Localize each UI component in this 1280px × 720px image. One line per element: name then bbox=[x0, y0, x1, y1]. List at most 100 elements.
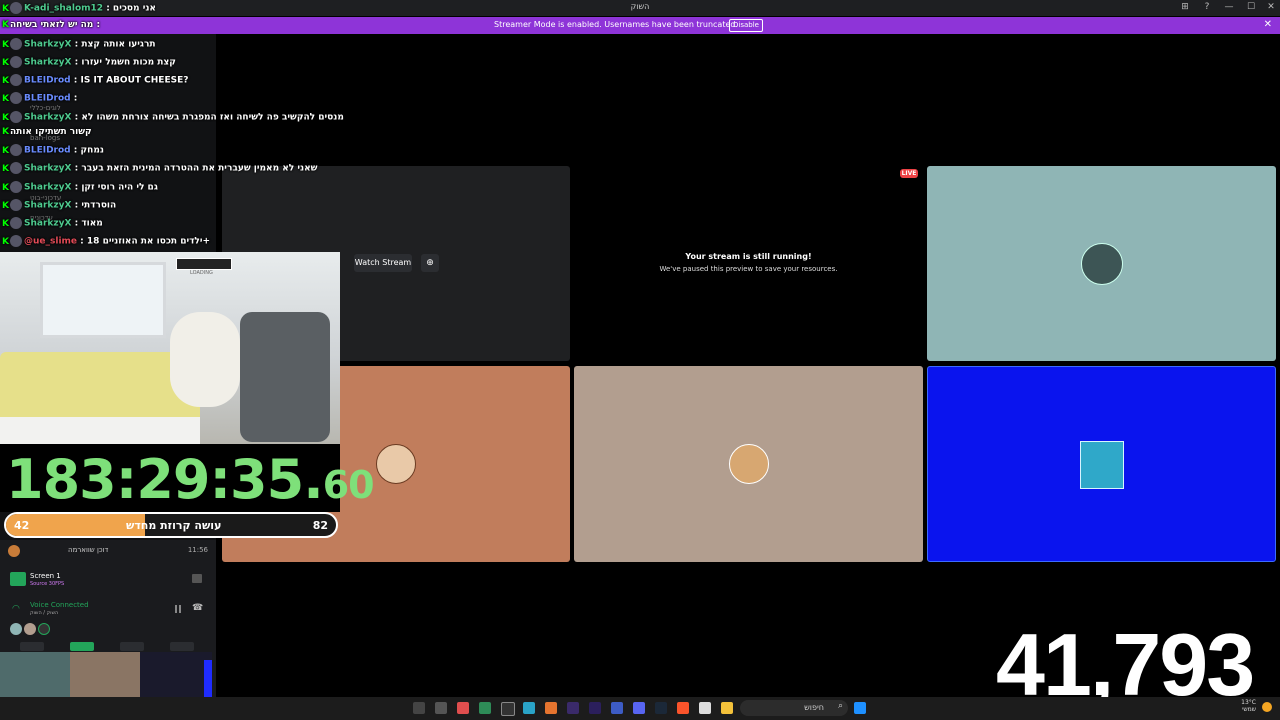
app-icon[interactable] bbox=[479, 702, 491, 714]
stream-timer-box: 183:29:35.60 bbox=[0, 444, 375, 512]
participant-avatar bbox=[729, 444, 769, 484]
brave-icon[interactable] bbox=[677, 702, 689, 714]
progress-goal: 82 bbox=[312, 519, 328, 532]
folder-icon[interactable] bbox=[721, 702, 733, 714]
chat-avatar bbox=[10, 92, 22, 104]
discord-icon[interactable] bbox=[633, 702, 645, 714]
chat-text: : גם לי היה רוסי זקן bbox=[74, 182, 158, 193]
kick-badge-icon: K bbox=[2, 112, 9, 123]
app-icon[interactable] bbox=[545, 702, 557, 714]
screen-share-title: Screen 1 bbox=[30, 572, 61, 580]
chat-username: SharkzyX bbox=[24, 163, 72, 174]
app-icon[interactable] bbox=[457, 702, 469, 714]
voice-channel-label: השוק / השוק bbox=[30, 610, 59, 616]
voice-connected-label: Voice Connected bbox=[30, 601, 89, 609]
activities-icon[interactable] bbox=[120, 642, 144, 651]
chat-username: SharkzyX bbox=[24, 57, 72, 68]
voice-user-row[interactable]: דוכן שווארמה 11:56 bbox=[8, 545, 212, 559]
close-window-button[interactable]: ✕ bbox=[1264, 2, 1278, 12]
weather-text: שמשי bbox=[1242, 706, 1256, 713]
app-icon[interactable] bbox=[501, 702, 515, 716]
chat-text: : bbox=[73, 93, 78, 104]
app-icon[interactable] bbox=[413, 702, 425, 714]
chat-message: K SharkzyX : קצת מכות חשמל יעזרו bbox=[2, 56, 176, 72]
watch-stream-button[interactable]: Watch Stream bbox=[354, 254, 412, 272]
kick-badge-icon: K bbox=[2, 39, 9, 50]
chat-overlay: K K-adi_shalom12 : אני מסכים Kמה יש לזאתי … bbox=[0, 0, 344, 252]
chat-message: K BLEIDrod : נמחק bbox=[2, 144, 104, 160]
webcam-overlay: LOADING bbox=[0, 252, 340, 444]
chat-text: : אני מסכים bbox=[106, 3, 156, 14]
chat-avatar bbox=[10, 38, 22, 50]
help-icon[interactable]: ? bbox=[1200, 2, 1214, 12]
after-effects-icon[interactable] bbox=[567, 702, 579, 714]
maximize-button[interactable]: ☐ bbox=[1244, 2, 1258, 12]
participant-avatar[interactable] bbox=[38, 623, 50, 635]
chat-text: : IS IT ABOUT CHEESE? bbox=[73, 75, 189, 86]
chat-message: Kמה יש לזאתי בשיחה : bbox=[2, 20, 100, 36]
app-icon[interactable] bbox=[699, 702, 711, 714]
user-avatar bbox=[8, 545, 20, 557]
kick-badge-icon: K bbox=[2, 145, 9, 156]
camera-off-icon[interactable] bbox=[20, 642, 44, 651]
noise-suppression-icon[interactable]: ‖‖ bbox=[174, 604, 182, 613]
app-icon[interactable] bbox=[523, 702, 535, 714]
mattress bbox=[0, 417, 200, 444]
chat-text: מה יש לזאתי בשיחה : bbox=[10, 20, 101, 30]
participant-avatar bbox=[1080, 441, 1124, 489]
minimize-button[interactable]: — bbox=[1222, 2, 1236, 12]
chat-avatar bbox=[10, 181, 22, 193]
chat-username: BLEIDrod bbox=[24, 75, 71, 86]
notification-icon[interactable] bbox=[1262, 702, 1272, 712]
close-icon[interactable]: ✕ bbox=[1264, 19, 1272, 30]
zoom-icon[interactable]: ⊕ bbox=[421, 254, 439, 272]
participant-tile-blue[interactable] bbox=[927, 366, 1276, 562]
chat-text: : מאוד bbox=[74, 218, 103, 229]
kick-badge-icon: K bbox=[2, 163, 9, 174]
taskbar-search[interactable]: חיפוש ⌕ bbox=[740, 700, 848, 716]
search-placeholder: חיפוש bbox=[804, 703, 824, 712]
loading-text: LOADING bbox=[190, 270, 213, 276]
premiere-icon[interactable] bbox=[589, 702, 601, 714]
participant-tile-beige[interactable] bbox=[574, 366, 923, 562]
steam-icon[interactable] bbox=[655, 702, 667, 714]
kick-badge-icon: K bbox=[2, 57, 9, 68]
disconnect-icon[interactable]: ☎ bbox=[192, 603, 203, 613]
chat-username: SharkzyX bbox=[24, 218, 72, 229]
kick-badge-icon: K bbox=[2, 20, 9, 30]
screen-share-icon[interactable] bbox=[70, 642, 94, 651]
chat-username: BLEIDrod bbox=[24, 93, 71, 104]
chat-avatar bbox=[10, 144, 22, 156]
participant-tile-teal[interactable] bbox=[927, 166, 1276, 361]
chat-username: BLEIDrod bbox=[24, 145, 71, 156]
progress-label: עושה קרוזת מחדש bbox=[126, 519, 222, 532]
stream-tile-paused[interactable] bbox=[574, 166, 923, 361]
chat-avatar bbox=[10, 56, 22, 68]
inbox-icon[interactable]: ⊞ bbox=[1178, 2, 1192, 12]
app-icon[interactable] bbox=[611, 702, 623, 714]
chat-text: קשור תשתיקו אותה bbox=[10, 127, 92, 137]
start-icon[interactable] bbox=[854, 702, 866, 714]
popout-icon[interactable] bbox=[192, 574, 202, 583]
app-icon[interactable] bbox=[435, 702, 447, 714]
chat-avatar bbox=[10, 235, 22, 247]
chat-text: : תרגיעו אותה קצת bbox=[74, 39, 156, 50]
disable-streamer-mode-button[interactable]: Disable bbox=[729, 19, 763, 32]
participant-avatar[interactable] bbox=[24, 623, 36, 635]
chat-username: SharkzyX bbox=[24, 39, 72, 50]
kick-badge-icon: K bbox=[2, 93, 9, 104]
user-name: דוכן שווארמה bbox=[68, 546, 109, 554]
chat-text: : שאני לא מאמין שעברית את ההטרדה המינית … bbox=[74, 163, 318, 174]
chat-avatar bbox=[10, 111, 22, 123]
participant-avatar bbox=[1081, 243, 1123, 285]
chat-message: K @ue_slime : ילדים תכסו את האוזניים 18+ bbox=[2, 235, 210, 251]
chat-username: SharkzyX bbox=[24, 200, 72, 211]
chat-username: @ue_slime bbox=[24, 236, 78, 247]
voice-control-panel: Screen 1 Source 30FPS ◠ Voice Connected … bbox=[6, 570, 210, 640]
chat-message: K SharkzyX : הוסרדתי bbox=[2, 199, 116, 215]
weather-widget[interactable]: 13°C שמשי bbox=[1236, 699, 1256, 713]
chat-message: Kקשור תשתיקו אותה bbox=[2, 127, 92, 143]
soundboard-icon[interactable] bbox=[170, 642, 194, 651]
kick-badge-icon: K bbox=[2, 3, 9, 14]
participant-avatar[interactable] bbox=[10, 623, 22, 635]
